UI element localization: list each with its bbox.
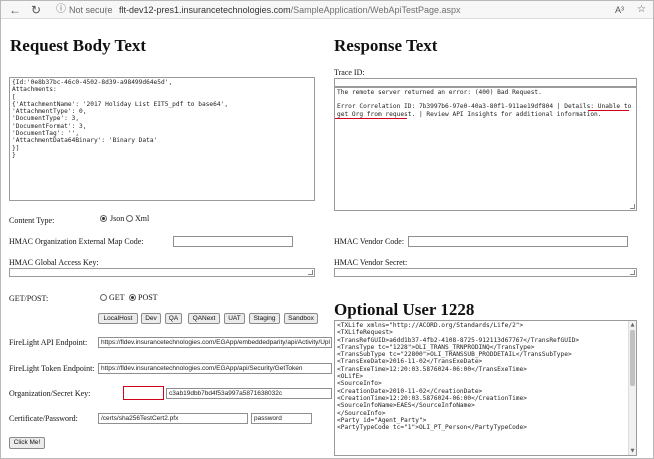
hmac-vendor-secret-label: HMAC Vendor Secret:: [334, 258, 408, 267]
reload-icon[interactable]: ↻: [31, 3, 41, 17]
env-localhost-button[interactable]: LocalHost: [98, 313, 138, 324]
request-body-heading: Request Body Text: [10, 36, 147, 55]
token-endpoint-input[interactable]: https://fldev.insurancetechnologies.com/…: [98, 363, 332, 374]
certificate-input[interactable]: /certs/sha256TestCert2.pfx: [98, 413, 248, 424]
optional-user-heading: Optional User 1228: [334, 300, 475, 319]
click-me-button[interactable]: Click Me!: [9, 437, 45, 449]
scroll-down-arrow-icon[interactable]: ▼: [629, 448, 636, 454]
url-host: flt-dev12-pres1.insurancetechnologies.co…: [119, 5, 291, 15]
hmac-global-key-label: HMAC Global Access Key:: [9, 258, 99, 267]
env-qa-button[interactable]: QA: [165, 313, 182, 324]
content-type-label: Content Type:: [9, 216, 55, 225]
env-staging-button[interactable]: Staging: [249, 313, 280, 324]
trace-id-label: Trace ID:: [334, 68, 365, 77]
url-path: /SampleApplication/WebApiTestPage.aspx: [290, 5, 461, 15]
hmac-org-map-label: HMAC Organization External Map Code:: [9, 237, 144, 246]
error-highlight-underline: [588, 110, 629, 111]
api-endpoint-input[interactable]: https://fldev.insurancetechnologies.com/…: [98, 337, 332, 348]
get-post-label: GET/POST:: [9, 294, 49, 303]
response-line-1: The remote server returned an error: (40…: [337, 89, 542, 96]
hmac-vendor-code-input[interactable]: [408, 236, 628, 247]
address-separator: |: [105, 5, 108, 15]
resize-grip[interactable]: [630, 270, 635, 275]
hmac-vendor-code-label: HMAC Vendor Code:: [334, 237, 405, 246]
secret-key-input[interactable]: c3ab19dbb7bd4f53a997a5871638032c: [166, 388, 332, 399]
env-sandbox-button[interactable]: Sandbox: [284, 313, 318, 324]
resize-grip[interactable]: [308, 270, 313, 275]
env-uat-button[interactable]: UAT: [224, 313, 245, 324]
xml-scrollbar[interactable]: ▲ ▼: [628, 321, 636, 455]
post-radio[interactable]: [129, 294, 136, 301]
resize-grip[interactable]: [630, 204, 635, 209]
xml-radio-label: Xml: [135, 214, 150, 223]
hmac-org-map-input[interactable]: [173, 236, 293, 247]
optional-xml-textarea[interactable]: <TXLife xmlns="http://ACORD.org/Standard…: [334, 320, 637, 456]
scroll-up-arrow-icon[interactable]: ▲: [629, 322, 636, 328]
read-aloud-icon[interactable]: A³: [615, 3, 624, 17]
back-arrow-icon[interactable]: ←: [9, 3, 21, 17]
token-endpoint-label: FireLight Token Endpoint:: [9, 364, 95, 373]
json-radio[interactable]: [100, 215, 107, 222]
hmac-global-key-textarea[interactable]: [9, 268, 315, 277]
get-radio-label: GET: [109, 293, 125, 302]
response-blank-line: [337, 96, 634, 103]
env-qanext-button[interactable]: QANext: [188, 313, 220, 324]
response-text-heading: Response Text: [334, 36, 438, 55]
env-dev-button[interactable]: Dev: [141, 313, 161, 324]
post-radio-label: POST: [138, 293, 158, 302]
password-input[interactable]: password: [251, 413, 312, 424]
organization-input[interactable]: [123, 386, 164, 400]
certificate-password-label: Certificate/Password:: [9, 414, 78, 423]
address-bar[interactable]: flt-dev12-pres1.insurancetechnologies.co…: [119, 3, 461, 17]
xml-radio[interactable]: [126, 215, 133, 222]
error-highlight-underline: [335, 118, 407, 119]
api-endpoint-label: FireLight API Endpoint:: [9, 338, 88, 347]
trace-id-textarea[interactable]: [334, 78, 637, 87]
info-icon[interactable]: ⓘ: [56, 3, 66, 17]
request-body-textarea[interactable]: {Id:'0e8b37bc-46c0-4502-8d39-a98499d64e5…: [9, 77, 315, 201]
get-radio[interactable]: [100, 294, 107, 301]
response-line-3: get Org from request. | Review API Insig…: [337, 110, 602, 118]
json-radio-label: Json: [110, 214, 125, 223]
browser-toolbar: ← ↻ ⓘ Not secure | flt-dev12-pres1.insur…: [1, 1, 653, 19]
favorite-star-icon[interactable]: ☆: [637, 3, 646, 17]
hmac-vendor-secret-textarea[interactable]: [334, 268, 637, 277]
org-secret-key-label: Organization/Secret Key:: [9, 389, 91, 398]
scroll-thumb[interactable]: [630, 330, 635, 386]
response-body-textarea[interactable]: The remote server returned an error: (40…: [334, 87, 637, 211]
